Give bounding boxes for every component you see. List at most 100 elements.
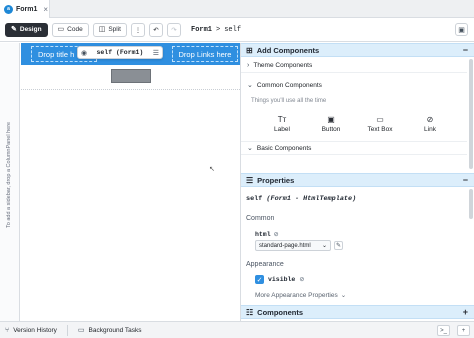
background-tasks-label: Background Tasks [88,326,142,334]
html-template-select[interactable]: standard-page.html ⌄ [255,240,331,251]
group-appearance-label: Appearance [246,261,284,268]
common-components-row[interactable]: ⌄ Common Components [241,78,467,92]
basic-components-row[interactable]: ⌄ Basic Components [241,141,467,155]
components-scrollbar[interactable] [469,59,473,169]
split-label: Split [108,26,121,33]
app-window: a Form1 × ✎ Design ▭ Code ◫ Split ⋮ ↶ ↷ … [0,0,474,338]
html-property-label: html ⊘ [255,231,279,238]
link-chain-icon[interactable]: ⊘ [274,231,279,238]
toggle-panel-button[interactable]: ▣ [455,23,468,36]
html-label: html [255,231,271,238]
code-label: Code [67,26,83,33]
properties-object-title: self (Form1 - HtmlTemplate) [246,195,356,203]
components-title: Components [257,307,304,317]
cursor-icon: ↖ [209,166,215,173]
tab-form1[interactable]: a Form1 × [0,0,50,18]
breadcrumb-form1[interactable]: Form1 [191,26,212,34]
chevron-down-icon: ⌄ [247,82,253,89]
breadcrumb: Form1 > self [191,26,241,34]
sliders-icon: ☰ [246,175,254,185]
component-link-text: Link [424,126,436,133]
terminal-icon: >_ [440,327,447,334]
code-button[interactable]: ▭ Code [51,22,89,37]
expand-icon[interactable]: + [463,307,468,317]
common-components-hint: Things you'll use all the time [251,98,327,104]
selection-label: self (Form1) [96,49,144,56]
background-tasks-button[interactable]: ▭ Background Tasks [77,326,142,335]
add-square-icon: ⊞ [246,45,253,55]
plus-icon: + [461,327,466,334]
component-button-text: Button [321,126,341,133]
sidebar-drop-zone[interactable]: To add a sidebar, drop a ColumnPanel her… [0,43,20,321]
basic-components-label: Basic Components [256,144,312,152]
undo-button[interactable]: ↶ [149,22,163,37]
common-components-label: Common Components [256,81,322,89]
version-history-label: Version History [13,326,57,334]
split-view-icon: ◫ [98,26,106,33]
chevron-down-icon: ⌄ [321,243,327,249]
object-type: (Form1 - HtmlTemplate) [266,195,357,203]
chevron-down-icon: ⌄ [340,292,347,299]
object-name: self [246,195,263,203]
component-textbox-text: Text Box [367,126,393,133]
design-button[interactable]: ✎ Design [5,22,48,37]
chevron-right-icon: › [247,62,250,69]
component-label[interactable]: Tт Label [262,115,302,133]
breadcrumb-self[interactable]: self [224,26,241,34]
design-canvas[interactable]: Drop title h Drop Links here ◉ self (For… [21,43,240,321]
editor-toolbar: ✎ Design ▭ Code ◫ Split ⋮ ↶ ↷ Form1 > se… [0,18,474,42]
content-divider [21,89,240,90]
properties-title: Properties [257,175,295,185]
tab-bar: a Form1 × [0,0,474,18]
theme-components-row[interactable]: › Theme Components [241,59,467,73]
add-panel-button[interactable]: + [457,325,470,336]
anvil-logo-icon: a [4,4,13,14]
code-icon: ▭ [57,26,65,33]
chevron-down-icon: ⌄ [247,145,253,152]
drop-links-zone[interactable]: Drop Links here [172,46,238,62]
redo-button[interactable]: ↷ [167,22,181,37]
more-vertical-icon: ⋮ [134,26,142,34]
visible-property-row[interactable]: ✓ visible ⊘ [255,275,304,284]
text-type-icon: Tт [277,115,287,124]
sidebar-hint: To add a sidebar, drop a ColumnPanel her… [6,121,12,228]
selection-popup[interactable]: ◉ self (Form1) ☰ [77,46,163,59]
design-label: Design [19,26,42,33]
component-textbox[interactable]: ▭ Text Box [360,115,400,133]
bottom-divider [66,324,68,336]
breadcrumb-separator: > [216,25,221,34]
theme-components-label: Theme Components [253,62,313,69]
edit-html-button[interactable]: ✎ [334,241,343,250]
list-tree-icon: ☷ [246,307,254,317]
redo-icon: ↷ [171,26,177,34]
right-panel: ⊞ Add Components − › Theme Components ⌄ … [240,43,474,321]
sliders-icon[interactable]: ☰ [153,49,159,57]
more-options-button[interactable]: ⋮ [131,22,145,37]
tasks-icon: ▭ [77,327,85,334]
add-components-title: Add Components [256,45,320,55]
checkbox-checked-icon[interactable]: ✓ [255,275,264,284]
pencil-ruler-icon: ✎ [11,26,17,33]
components-header[interactable]: ☷ Components + [241,305,474,319]
collapse-icon[interactable]: − [463,45,468,55]
link-chain-icon: ⊘ [426,115,434,124]
split-button[interactable]: ◫ Split [92,22,127,37]
component-link[interactable]: ⊘ Link [410,115,450,133]
more-appearance-properties-toggle[interactable]: More Appearance Properties ⌄ [255,291,347,300]
visible-label: visible [268,276,296,283]
close-icon[interactable]: × [43,5,48,14]
terminal-button[interactable]: >_ [437,325,450,336]
placeholder-component[interactable] [111,69,151,83]
bottom-bar: ⑂ Version History ▭ Background Tasks >_ … [0,321,474,338]
more-appearance-label: More Appearance Properties [255,291,338,299]
link-chain-icon[interactable]: ⊘ [299,276,304,283]
properties-header[interactable]: ☰ Properties − [241,173,474,187]
version-history-button[interactable]: ⑂ Version History [5,327,57,334]
component-label-text: Label [274,126,290,133]
eye-icon[interactable]: ◉ [81,49,87,57]
collapse-icon[interactable]: − [463,175,468,185]
properties-scrollbar[interactable] [469,189,473,219]
textbox-icon: ▭ [376,115,384,124]
add-components-header[interactable]: ⊞ Add Components − [241,43,474,57]
component-button[interactable]: ▣ Button [311,115,351,133]
